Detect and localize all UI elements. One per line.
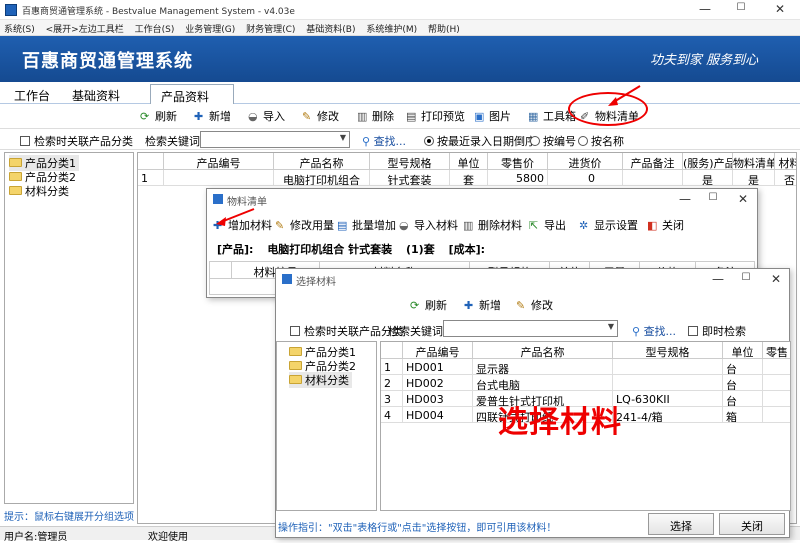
annotation-arrow-add <box>220 208 255 223</box>
annotation-arrows <box>216 85 641 226</box>
annotation-arrowhead <box>216 217 226 226</box>
annotation-arrowhead <box>608 97 618 106</box>
annotation-overlay-text: 选择材料 <box>498 405 622 440</box>
